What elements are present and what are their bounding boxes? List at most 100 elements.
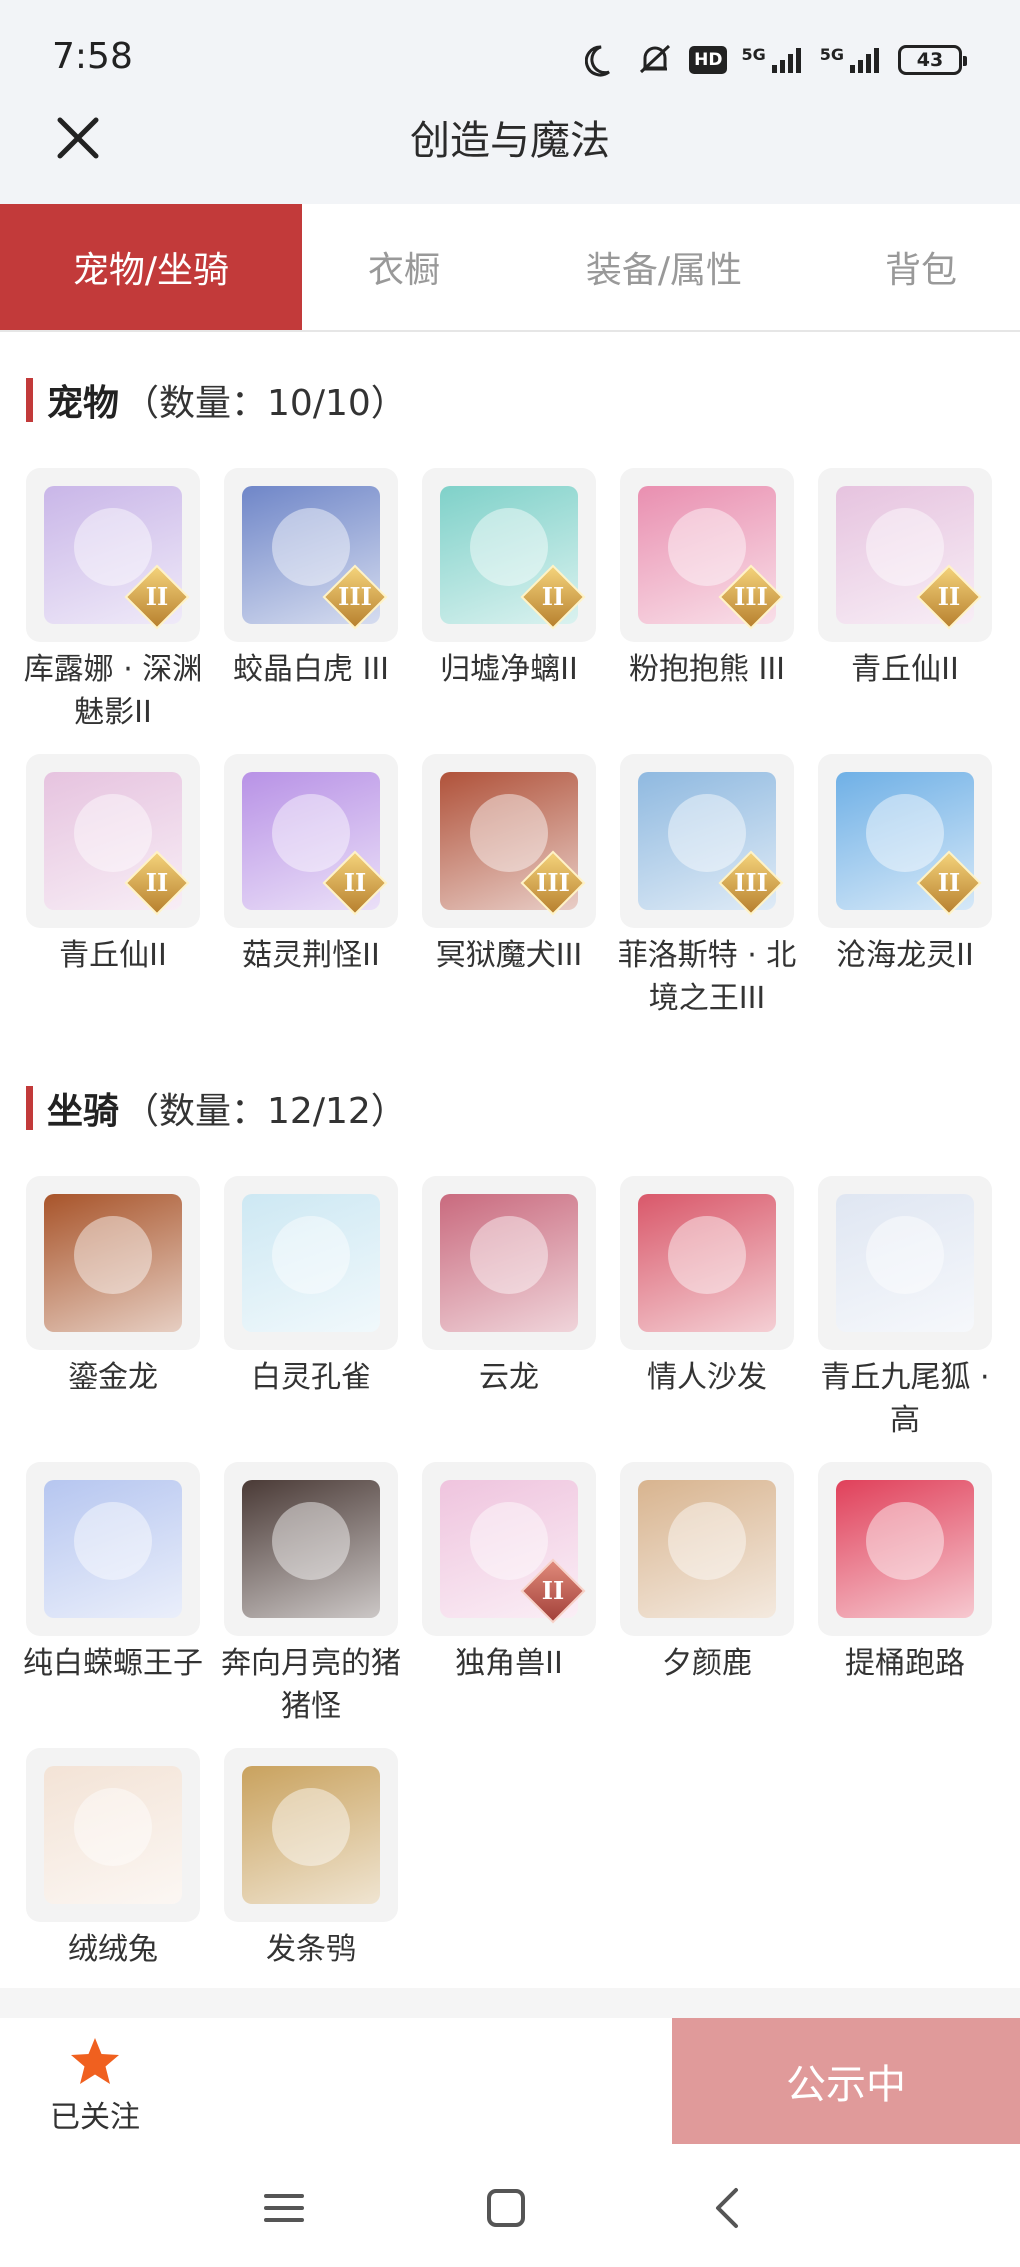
item-thumbnail: [224, 1176, 398, 1350]
golden-dragon-mount-icon: [44, 1194, 182, 1332]
grid-item[interactable]: 发条鸮: [224, 1748, 398, 1971]
pets-count: （数量：10/10）: [123, 383, 407, 424]
grid-item[interactable]: III 蛟晶白虎 III: [224, 468, 398, 691]
signal-icon-1: 5G: [741, 45, 805, 75]
item-name: 青丘仙II: [851, 652, 959, 687]
cloud-dragon-mount-icon: [440, 1194, 578, 1332]
item-name: 菇灵荆怪II: [242, 938, 380, 973]
item-name: 鎏金龙: [68, 1360, 158, 1395]
item-name: 提桶跑路: [845, 1646, 965, 1681]
grid-item[interactable]: III 粉抱抱熊 III: [620, 468, 794, 691]
item-thumbnail: [224, 1748, 398, 1922]
item-name: 独角兽II: [455, 1646, 563, 1681]
item-name: 冥狱魔犬III: [435, 938, 583, 973]
lover-sofa-mount-icon: [638, 1194, 776, 1332]
moon-icon: [585, 42, 621, 78]
item-thumbnail: [422, 1176, 596, 1350]
system-nav-bar: [0, 2144, 1020, 2267]
bucket-mount-icon: [836, 1480, 974, 1618]
nav-bar: 创造与魔法: [0, 96, 1020, 204]
item-name: 奔向月亮的猪猪怪: [221, 1646, 401, 1724]
grid-item[interactable]: II 归墟净螭II: [422, 468, 596, 691]
page-title: 创造与魔法: [410, 118, 610, 164]
item-name: 纯白蝾螈王子: [23, 1646, 203, 1681]
public-status-button[interactable]: 公示中: [672, 2018, 1020, 2144]
clockwork-owl-mount-icon: [242, 1766, 380, 1904]
menu-icon: [264, 2194, 304, 2222]
grid-item[interactable]: III 冥狱魔犬III: [422, 754, 596, 977]
pets-section-header: 宠物 （数量：10/10）: [26, 372, 407, 428]
item-thumbnail: III: [422, 754, 596, 928]
item-thumbnail: II: [26, 468, 200, 642]
tab-pets-mounts[interactable]: 宠物/坐骑: [0, 204, 302, 330]
item-name: 沧海龙灵II: [836, 938, 974, 973]
moon-pig-mount-icon: [242, 1480, 380, 1618]
grid-item[interactable]: 夕颜鹿: [620, 1462, 794, 1685]
item-name: 粉抱抱熊 III: [628, 652, 786, 687]
grid-item[interactable]: 青丘九尾狐 · 高: [818, 1176, 992, 1442]
item-thumbnail: III: [224, 468, 398, 642]
follow-label: 已关注: [50, 2100, 140, 2135]
hd-badge: HD: [689, 46, 728, 74]
grid-item[interactable]: 提桶跑路: [818, 1462, 992, 1685]
grid-item[interactable]: 奔向月亮的猪猪怪: [221, 1462, 401, 1728]
back-chevron-icon: [716, 2188, 738, 2228]
status-icons: HD 5G 5G 43: [585, 38, 967, 82]
item-thumbnail: III: [620, 754, 794, 928]
grid-item[interactable]: II 独角兽II: [422, 1462, 596, 1685]
tab-equipment[interactable]: 装备/属性: [506, 204, 822, 330]
grid-item[interactable]: 白灵孔雀: [224, 1176, 398, 1399]
mounts-section-title: 坐骑: [47, 1091, 120, 1132]
grid-item[interactable]: 鎏金龙: [26, 1176, 200, 1399]
grid-item[interactable]: 绒绒兔: [26, 1748, 200, 1971]
white-peacock-mount-icon: [242, 1194, 380, 1332]
item-name: 库露娜 · 深渊魅影II: [23, 652, 203, 730]
grid-item[interactable]: II 青丘仙II: [26, 754, 200, 977]
item-thumbnail: II: [422, 468, 596, 642]
mounts-count: （数量：12/12）: [123, 1091, 407, 1132]
back-nav-button[interactable]: [698, 2178, 758, 2238]
item-thumbnail: II: [224, 754, 398, 928]
section-accent-bar: [26, 378, 33, 422]
item-thumbnail: [620, 1176, 794, 1350]
grid-item[interactable]: II 沧海龙灵II: [818, 754, 992, 977]
item-name: 青丘仙II: [59, 938, 167, 973]
item-name: 蛟晶白虎 III: [232, 652, 390, 687]
item-thumbnail: [26, 1748, 200, 1922]
star-icon: [71, 2038, 119, 2084]
item-thumbnail: [26, 1462, 200, 1636]
grid-item[interactable]: II 菇灵荆怪II: [224, 754, 398, 977]
item-thumbnail: II: [818, 754, 992, 928]
tab-wardrobe[interactable]: 衣橱: [302, 204, 506, 330]
grid-item[interactable]: 纯白蝾螈王子: [23, 1462, 203, 1685]
menu-nav-button[interactable]: [254, 2178, 314, 2238]
item-name: 发条鸮: [266, 1932, 356, 1967]
follow-button[interactable]: 已关注: [40, 2034, 150, 2136]
fluffy-rabbit-mount-icon: [44, 1766, 182, 1904]
deer-mount-icon: [638, 1480, 776, 1618]
item-thumbnail: II: [422, 1462, 596, 1636]
grid-item[interactable]: II 青丘仙II: [818, 468, 992, 691]
item-name: 云龙: [479, 1360, 539, 1395]
grid-item[interactable]: 情人沙发: [620, 1176, 794, 1399]
tab-backpack[interactable]: 背包: [822, 204, 1020, 330]
status-time: 7:58: [52, 36, 133, 77]
tab-bar: 宠物/坐骑 衣橱 装备/属性 背包: [0, 204, 1020, 332]
section-accent-bar: [26, 1086, 33, 1130]
home-square-icon: [487, 2189, 525, 2227]
bottom-action-bar: 已关注 公示中: [0, 2018, 1020, 2144]
pets-section-title: 宠物: [47, 383, 120, 424]
item-name: 菲洛斯特 · 北境之王III: [617, 938, 797, 1016]
grid-item[interactable]: III 菲洛斯特 · 北境之王III: [618, 754, 796, 1020]
home-nav-button[interactable]: [476, 2178, 536, 2238]
item-thumbnail: [26, 1176, 200, 1350]
battery-icon: 43: [898, 45, 967, 75]
content-divider: [0, 1988, 1020, 2018]
grid-item[interactable]: II 库露娜 · 深渊魅影II: [24, 468, 202, 734]
mute-bell-icon: [635, 42, 675, 78]
signal-icon-2: 5G: [820, 45, 884, 75]
item-thumbnail: [224, 1462, 398, 1636]
item-name: 绒绒兔: [68, 1932, 158, 1967]
grid-item[interactable]: 云龙: [422, 1176, 596, 1399]
item-name: 白灵孔雀: [251, 1360, 371, 1395]
